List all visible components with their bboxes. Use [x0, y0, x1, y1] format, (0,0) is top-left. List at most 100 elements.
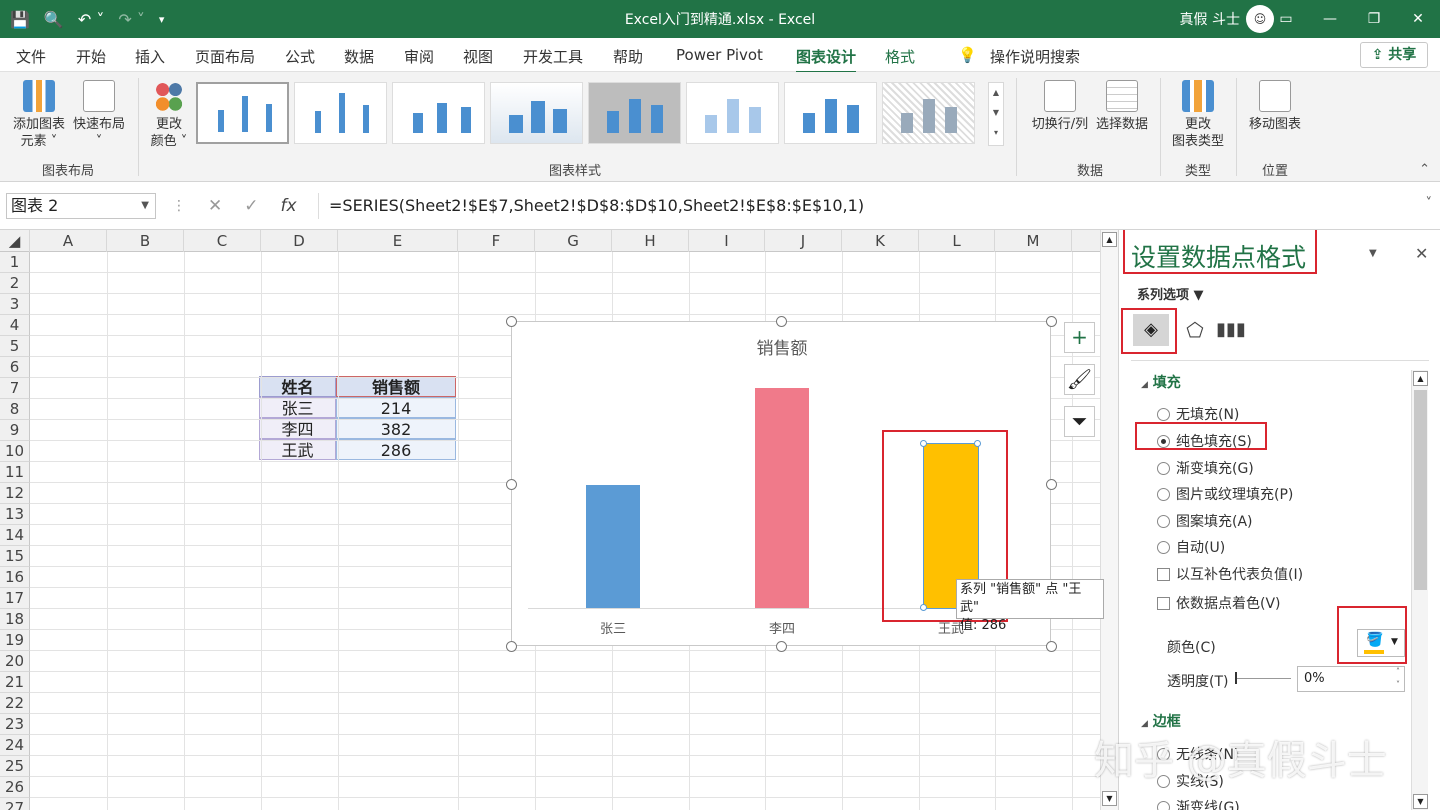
tab-data[interactable]: 数据 [344, 46, 374, 67]
column-header[interactable]: G [535, 230, 612, 252]
gradient-line-radio[interactable]: 渐变线(G) [1157, 797, 1240, 810]
collapse-ribbon-icon[interactable]: ⌃ [1419, 162, 1430, 177]
row-header[interactable]: 10 [0, 441, 30, 462]
insert-function-icon[interactable]: fx [281, 193, 297, 219]
name-box[interactable]: 图表 2 ▼ [6, 193, 156, 219]
tab-page-layout[interactable]: 页面布局 [195, 46, 255, 67]
tab-view[interactable]: 视图 [463, 46, 493, 67]
row-header[interactable]: 18 [0, 609, 30, 630]
invert-negative-checkbox[interactable]: 以互补色代表负值(I) [1157, 564, 1303, 584]
table-cell[interactable]: 张三 [259, 397, 336, 418]
resize-handle[interactable] [506, 478, 517, 490]
column-header[interactable]: H [612, 230, 689, 252]
style-gallery-scroll[interactable]: ▲ ▼ ▾ [988, 82, 1004, 146]
chart-styles-button[interactable]: 🖌 [1064, 364, 1095, 395]
row-header[interactable]: 13 [0, 504, 30, 525]
row-header[interactable]: 8 [0, 399, 30, 420]
chart-style-1[interactable] [196, 82, 289, 144]
chart-title[interactable]: 销售额 [512, 334, 1052, 359]
column-header[interactable]: E [338, 230, 458, 252]
row-header[interactable]: 5 [0, 336, 30, 357]
user-name[interactable]: 真假 斗士 [1180, 9, 1240, 29]
close-pane-icon[interactable]: ✕ [1415, 244, 1428, 263]
close-icon[interactable]: ✕ [1396, 0, 1440, 38]
row-header[interactable]: 24 [0, 735, 30, 756]
table-cell[interactable]: 214 [336, 397, 456, 418]
resize-handle[interactable] [776, 316, 787, 327]
chart-style-2[interactable] [294, 82, 387, 144]
resize-handle[interactable] [1046, 316, 1057, 327]
select-all-corner[interactable]: ◢ [0, 230, 30, 252]
pane-options-icon[interactable]: ▼ [1369, 248, 1377, 259]
column-header[interactable]: A [30, 230, 107, 252]
row-header[interactable]: 12 [0, 483, 30, 504]
slider-handle[interactable] [1235, 672, 1237, 684]
row-header[interactable]: 1 [0, 252, 30, 273]
row-header[interactable]: 9 [0, 420, 30, 441]
table-header-name[interactable]: 姓名 [259, 376, 336, 397]
tab-developer[interactable]: 开发工具 [523, 46, 583, 67]
row-header[interactable]: 15 [0, 546, 30, 567]
tab-insert[interactable]: 插入 [135, 46, 165, 67]
minimize-icon[interactable]: — [1308, 0, 1352, 38]
chart-elements-button[interactable]: + [1064, 322, 1095, 353]
switch-row-column-button[interactable]: 切换行/列 [1026, 80, 1094, 133]
tab-format[interactable]: 格式 [885, 46, 915, 67]
pattern-fill-radio[interactable]: 图案填充(A) [1157, 511, 1253, 531]
restore-icon[interactable]: ❐ [1352, 0, 1396, 38]
row-header[interactable]: 7 [0, 378, 30, 399]
column-header[interactable]: D [261, 230, 338, 252]
column-header[interactable]: K [842, 230, 919, 252]
effects-icon[interactable]: ⬠ [1177, 314, 1213, 346]
enter-icon[interactable]: ✓ [244, 193, 258, 219]
scroll-up-icon[interactable]: ▲ [1102, 232, 1117, 247]
ribbon-display-icon[interactable]: ▭ [1264, 0, 1308, 38]
table-cell[interactable]: 王武 [259, 439, 336, 460]
tab-power-pivot[interactable]: Power Pivot [676, 46, 763, 64]
tab-chart-design[interactable]: 图表设计 [796, 46, 857, 74]
row-header[interactable]: 23 [0, 714, 30, 735]
scroll-thumb[interactable] [1414, 390, 1427, 590]
scroll-down-icon[interactable]: ▼ [1102, 791, 1117, 806]
row-header[interactable]: 6 [0, 357, 30, 378]
row-header[interactable]: 22 [0, 693, 30, 714]
chart-style-6[interactable] [686, 82, 779, 144]
transparency-input[interactable]: 0% ˄ ˅ [1297, 666, 1405, 692]
vary-colors-checkbox[interactable]: 依数据点着色(V) [1157, 593, 1281, 613]
quick-layout-button[interactable]: 快速布局 ˅ [70, 80, 128, 150]
scroll-up-icon[interactable]: ▲ [1413, 371, 1428, 386]
column-header[interactable]: B [107, 230, 184, 252]
row-header[interactable]: 16 [0, 567, 30, 588]
add-chart-element-button[interactable]: 添加图表 元素 ˅ [8, 80, 70, 150]
chart-style-4[interactable] [490, 82, 583, 144]
automatic-fill-radio[interactable]: 自动(U) [1157, 537, 1225, 557]
chart-filters-button[interactable]: ⏷ [1064, 406, 1095, 437]
column-header[interactable]: L [919, 230, 995, 252]
resize-handle[interactable] [776, 641, 787, 652]
row-header[interactable]: 11 [0, 462, 30, 483]
row-header[interactable]: 2 [0, 273, 30, 294]
column-header[interactable]: C [184, 230, 261, 252]
row-header[interactable]: 21 [0, 672, 30, 693]
transparency-slider[interactable] [1235, 672, 1291, 684]
chart-style-3[interactable] [392, 82, 485, 144]
resize-handle[interactable] [506, 316, 517, 327]
pane-scrollbar[interactable]: ▲ ▼ [1411, 370, 1428, 810]
table-cell[interactable]: 李四 [259, 418, 336, 439]
table-cell[interactable]: 382 [336, 418, 456, 439]
row-header[interactable]: 26 [0, 777, 30, 798]
resize-handle[interactable] [506, 641, 517, 652]
table-cell[interactable]: 286 [336, 439, 456, 460]
row-header[interactable]: 4 [0, 315, 30, 336]
fill-section-header[interactable]: ◢ 填充 [1141, 372, 1181, 392]
chart-bar[interactable] [755, 388, 809, 608]
column-header[interactable]: M [995, 230, 1072, 252]
row-header[interactable]: 27 [0, 798, 30, 810]
sheet-vertical-scrollbar[interactable]: ▲ ▼ [1100, 230, 1118, 810]
column-header[interactable]: J [765, 230, 842, 252]
spin-icon[interactable]: ˄ ˅ [1396, 665, 1400, 691]
series-options-icon[interactable]: ▮▮▮ [1213, 314, 1249, 346]
gradient-fill-radio[interactable]: 渐变填充(G) [1157, 458, 1254, 478]
row-header[interactable]: 3 [0, 294, 30, 315]
row-header[interactable]: 19 [0, 630, 30, 651]
